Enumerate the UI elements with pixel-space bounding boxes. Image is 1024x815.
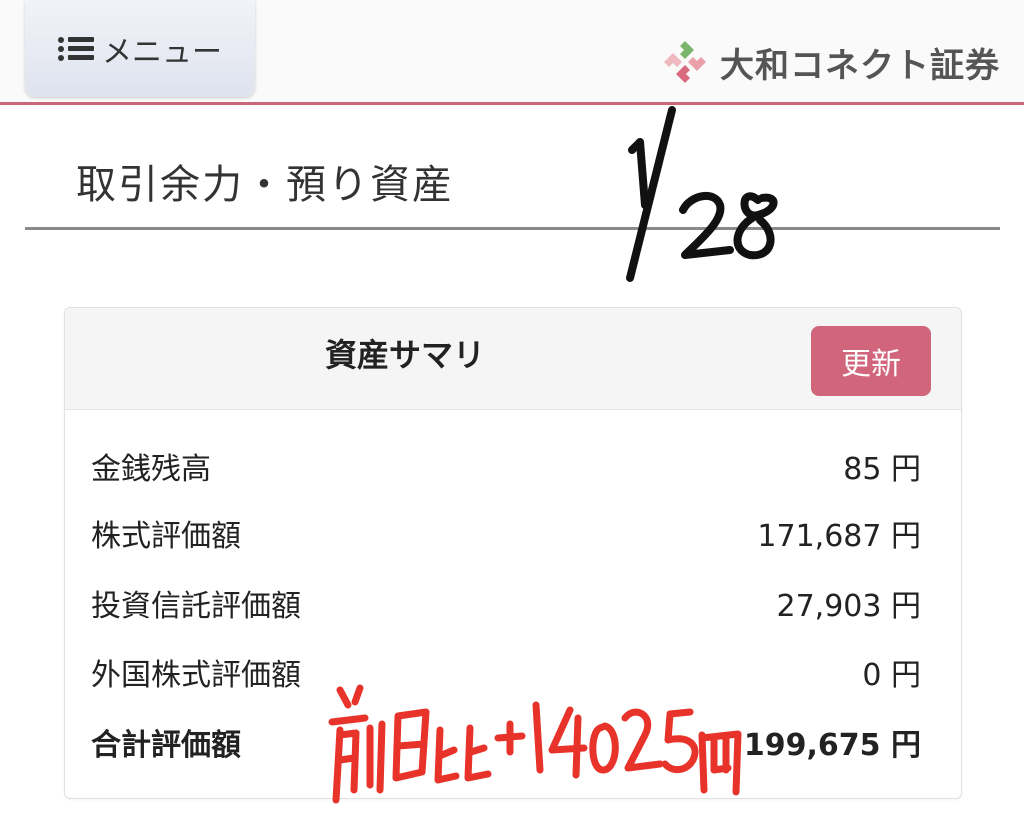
list-icon bbox=[58, 35, 96, 63]
summary-row-total: 合計評価額 199,675 円 bbox=[91, 720, 921, 764]
card-header: 資産サマリ 更新 bbox=[65, 308, 961, 410]
row-value: 171,687 円 bbox=[757, 519, 921, 554]
row-label: 株式評価額 bbox=[91, 519, 241, 554]
header-divider bbox=[0, 102, 1024, 105]
summary-row-stocks: 株式評価額 171,687 円 bbox=[91, 511, 921, 555]
row-label: 外国株式評価額 bbox=[91, 658, 301, 693]
row-label: 金銭残高 bbox=[91, 452, 211, 487]
summary-row-cash: 金銭残高 85 円 bbox=[91, 444, 921, 488]
total-label: 合計評価額 bbox=[91, 728, 241, 763]
brand-logo: 大和コネクト証券 bbox=[660, 34, 1000, 90]
title-divider bbox=[25, 227, 1000, 230]
row-value: 27,903 円 bbox=[776, 589, 921, 624]
card-title: 資産サマリ bbox=[325, 336, 486, 374]
summary-row-funds: 投資信託評価額 27,903 円 bbox=[91, 581, 921, 625]
row-label: 投資信託評価額 bbox=[91, 589, 301, 624]
row-value: 85 円 bbox=[843, 452, 921, 487]
logo-mark-icon bbox=[664, 41, 706, 83]
summary-row-foreign-stocks: 外国株式評価額 0 円 bbox=[91, 650, 921, 694]
logo-text: 大和コネクト証券 bbox=[720, 45, 1000, 86]
refresh-button[interactable]: 更新 bbox=[811, 326, 931, 396]
asset-summary-card: 資産サマリ 更新 金銭残高 85 円 株式評価額 171,687 円 投資信託評… bbox=[64, 307, 962, 799]
page-title: 取引余力・預り資産 bbox=[76, 162, 454, 208]
handwritten-date bbox=[626, 106, 778, 282]
row-value: 0 円 bbox=[862, 658, 921, 693]
menu-label: メニュー bbox=[102, 34, 222, 70]
menu-button[interactable]: メニュー bbox=[25, 0, 255, 97]
total-value: 199,675 円 bbox=[743, 728, 921, 763]
